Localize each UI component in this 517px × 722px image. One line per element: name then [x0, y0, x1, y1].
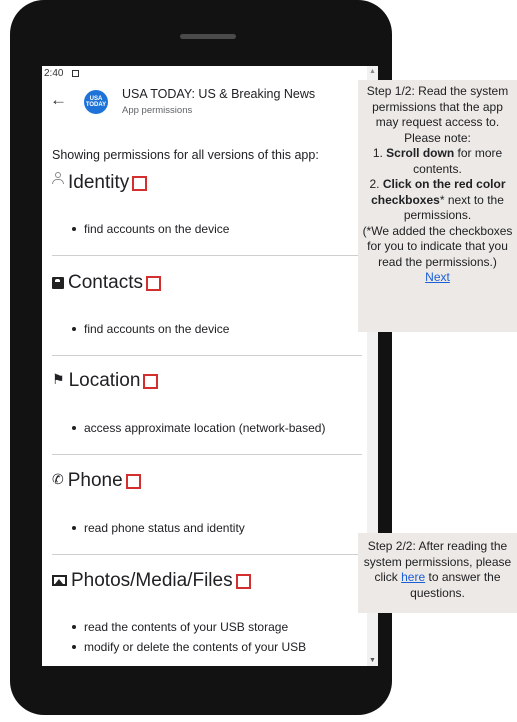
permission-title: Photos/Media/Files: [71, 570, 233, 591]
image-icon: [52, 575, 67, 586]
app-title: USA TODAY: US & Breaking News: [122, 87, 316, 101]
scroll-down-arrow-icon[interactable]: ▼: [369, 657, 376, 664]
divider: [52, 454, 362, 455]
list-item: modify or delete the contents of your US…: [72, 637, 306, 657]
instruction-text: for you to indicate that you: [367, 239, 508, 253]
divider: [52, 255, 362, 256]
instruction-text: permissions that the app: [372, 99, 503, 114]
instruction-text: for more: [454, 146, 503, 160]
phone-frame: 2:40 ← USA TODAY USA TODAY: US & Breakin…: [10, 0, 392, 715]
permission-list: find accounts on the device: [72, 219, 229, 239]
permissions-content: Showing permissions for all versions of …: [42, 122, 367, 666]
photos-media-files-checkbox[interactable]: [235, 574, 251, 589]
permission-title: Contacts: [68, 272, 143, 293]
status-time: 2:40: [44, 68, 64, 79]
person-icon: [52, 172, 64, 184]
instruction-text: read the permissions.): [378, 254, 497, 269]
permission-title: Location: [68, 370, 141, 391]
status-bar: 2:40: [42, 66, 378, 82]
permission-phone: ✆ Phone: [52, 470, 141, 492]
app-logo: USA TODAY: [84, 90, 108, 114]
app-bar: ← USA TODAY USA TODAY: US & Breaking New…: [42, 82, 378, 122]
permission-identity: Identity: [52, 172, 148, 194]
instruction-panel-step1: Step 1/2: Read the system permissions th…: [358, 80, 517, 332]
list-item: access approximate location (network-bas…: [72, 418, 325, 438]
instruction-text: checkboxes* next to the: [358, 193, 517, 209]
permission-photos-media-files: Photos/Media/Files: [52, 570, 251, 592]
instruction-text: Please note:: [404, 130, 471, 145]
instruction-text: permissions.: [403, 208, 472, 222]
contacts-checkbox[interactable]: [145, 276, 161, 291]
divider: [52, 355, 362, 356]
contact-card-icon: [52, 277, 64, 289]
instruction-text: may request access to.: [375, 115, 500, 129]
instruction-text: questions.: [410, 585, 465, 600]
instruction-text: Step 2/2: After reading the: [367, 539, 508, 553]
instruction-text: click: [374, 570, 402, 584]
location-pin-icon: ⚑: [52, 371, 65, 387]
instruction-text: 1.: [372, 146, 387, 160]
instruction-bold-text: Scroll down: [386, 146, 455, 160]
next-link[interactable]: Next: [425, 270, 450, 284]
instruction-text: Step 1/2: Read the system: [366, 84, 509, 98]
instruction-text: system permissions, please: [363, 554, 512, 569]
permission-location: ⚑ Location: [52, 370, 159, 392]
permission-list: find accounts on the device: [72, 319, 229, 339]
divider: [52, 554, 362, 555]
instruction-text: to answer the: [425, 570, 501, 584]
list-item: read the contents of your USB storage: [72, 617, 306, 637]
list-item: find accounts on the device: [72, 219, 229, 239]
list-item: read phone status and identity: [72, 518, 245, 538]
phone-speaker: [180, 34, 236, 39]
instruction-text: 2.: [369, 177, 383, 191]
instruction-text: contents.: [413, 161, 462, 176]
back-arrow-icon[interactable]: ←: [50, 91, 67, 108]
permission-list: read phone status and identity: [72, 518, 245, 538]
app-subtitle: App permissions: [122, 105, 193, 116]
instruction-bold-text: checkboxes: [371, 192, 440, 207]
instruction-text: 2. Click on the red color: [358, 177, 517, 193]
permission-list: read the contents of your USB storage mo…: [72, 617, 306, 657]
permission-contacts: Contacts: [52, 272, 161, 294]
here-link[interactable]: here: [401, 570, 425, 584]
notification-icon: [72, 70, 79, 77]
phone-checkbox[interactable]: [125, 474, 141, 489]
instruction-text: (*We added the checkboxes: [362, 223, 513, 238]
instruction-text: click here to answer the: [358, 570, 517, 586]
instruction-bold-text: Click on the red color: [382, 177, 506, 191]
phone-icon: ✆: [52, 471, 64, 487]
instruction-text: 1. Scroll down for more: [358, 146, 517, 162]
permission-title: Phone: [67, 470, 123, 491]
permissions-intro: Showing permissions for all versions of …: [52, 148, 319, 162]
scroll-up-arrow-icon[interactable]: ▲: [369, 68, 376, 75]
identity-checkbox[interactable]: [132, 176, 148, 191]
location-checkbox[interactable]: [143, 374, 159, 389]
permission-list: access approximate location (network-bas…: [72, 418, 325, 438]
phone-screen: 2:40 ← USA TODAY USA TODAY: US & Breakin…: [42, 66, 378, 666]
instruction-panel-step2: Step 2/2: After reading the system permi…: [358, 533, 517, 613]
list-item: find accounts on the device: [72, 319, 229, 339]
instruction-text: * next to the: [439, 192, 504, 207]
permission-title: Identity: [68, 172, 130, 193]
